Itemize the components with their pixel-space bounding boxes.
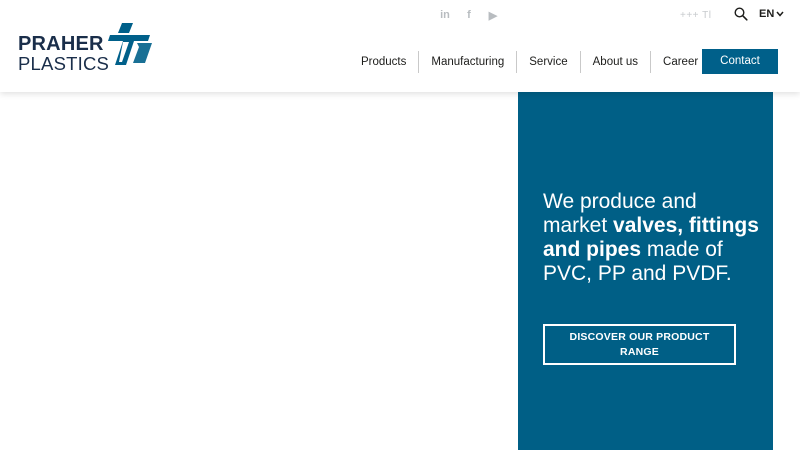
hero-panel: We produce and market valves, fittings a…: [518, 92, 773, 450]
chevron-down-icon: [776, 11, 784, 17]
nav-item-manufacturing[interactable]: Manufacturing: [418, 51, 516, 73]
youtube-icon[interactable]: ▶: [482, 8, 504, 22]
nav-item-products[interactable]: Products: [349, 51, 418, 73]
nav-item-about-us[interactable]: About us: [579, 51, 650, 73]
phone-link[interactable]: +++ Tl: [680, 10, 711, 21]
main-nav: Products Manufacturing Service About us …: [349, 50, 710, 74]
site-header: PRAHER PLASTICS in f ▶ +++ Tl EN Product…: [0, 0, 800, 92]
logo-wordmark: PRAHER PLASTICS: [18, 34, 109, 74]
nav-item-service[interactable]: Service: [516, 51, 579, 73]
language-label: EN: [759, 8, 775, 20]
facebook-icon[interactable]: f: [458, 8, 480, 22]
discover-products-button[interactable]: DISCOVER OUR PRODUCT RANGE: [543, 324, 736, 365]
linkedin-icon[interactable]: in: [434, 8, 456, 22]
logo-pipe-icon: [108, 23, 152, 65]
praher-plastics-logo[interactable]: PRAHER PLASTICS: [18, 21, 154, 74]
logo-line-2: PLASTICS: [18, 53, 110, 74]
logo-line-1: PRAHER: [18, 33, 104, 55]
hero-headline: We produce and market valves, fittings a…: [543, 190, 763, 286]
contact-button[interactable]: Contact: [702, 49, 778, 74]
social-links: in f ▶: [434, 8, 506, 22]
search-icon[interactable]: [734, 7, 748, 21]
language-selector[interactable]: EN: [759, 8, 784, 20]
